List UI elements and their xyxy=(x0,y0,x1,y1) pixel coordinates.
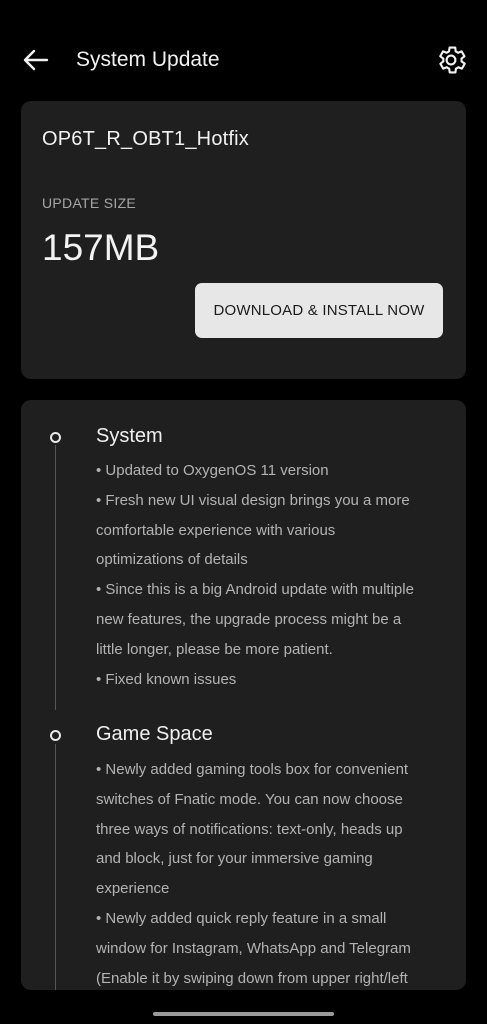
changelog-card[interactable]: System • Updated to OxygenOS 11 version … xyxy=(21,400,466,990)
note-line: little longer, please be more patient. xyxy=(96,640,333,658)
timeline-dot xyxy=(50,730,61,741)
update-size-value: 157MB xyxy=(42,227,160,268)
note-line: • Newly added gaming tools box for conve… xyxy=(96,761,409,778)
gesture-home-bar[interactable] xyxy=(153,1012,334,1016)
note-line: three ways of notifications: text-only, … xyxy=(96,820,403,838)
note-line: optimizations of details xyxy=(96,551,248,569)
note-line: • Newly added quick reply feature in a s… xyxy=(96,909,387,927)
back-arrow-icon[interactable] xyxy=(20,44,52,76)
package-name: OP6T_R_OBT1_Hotfix xyxy=(42,128,250,150)
note-line: • Since this is a big Android update wit… xyxy=(96,581,414,599)
gear-icon[interactable] xyxy=(434,43,468,77)
section-notes-system: • Updated to OxygenOS 11 version • Fresh… xyxy=(96,456,446,694)
timeline-line xyxy=(55,744,56,990)
download-install-button[interactable]: DOWNLOAD & INSTALL NOW xyxy=(195,283,443,338)
section-title-system: System xyxy=(96,425,163,447)
timeline-dot xyxy=(50,432,61,443)
note-line: • Fixed known issues xyxy=(96,670,237,688)
note-line: (Enable it by swiping down from upper ri… xyxy=(96,969,408,987)
note-line: and block, just for your immersive gamin… xyxy=(96,850,373,868)
note-line: • Fresh new UI visual design brings you … xyxy=(96,491,410,509)
note-line: experience xyxy=(96,880,170,898)
timeline-line xyxy=(55,445,56,710)
section-title-game-space: Game Space xyxy=(96,723,213,745)
update-card: OP6T_R_OBT1_Hotfix UPDATE SIZE 157MB DOW… xyxy=(21,101,466,379)
page-title: System Update xyxy=(76,48,220,71)
note-line: comfortable experience with various xyxy=(96,521,336,539)
note-line: switches of Fnatic mode. You can now cho… xyxy=(96,790,403,808)
section-notes-game-space: • Newly added gaming tools box for conve… xyxy=(96,755,446,990)
note-line: new features, the upgrade process might … xyxy=(96,610,402,628)
note-line: • Updated to OxygenOS 11 version xyxy=(96,462,329,479)
note-line: window for Instagram, WhatsApp and Teleg… xyxy=(96,939,411,957)
update-size-label: UPDATE SIZE xyxy=(42,195,137,211)
